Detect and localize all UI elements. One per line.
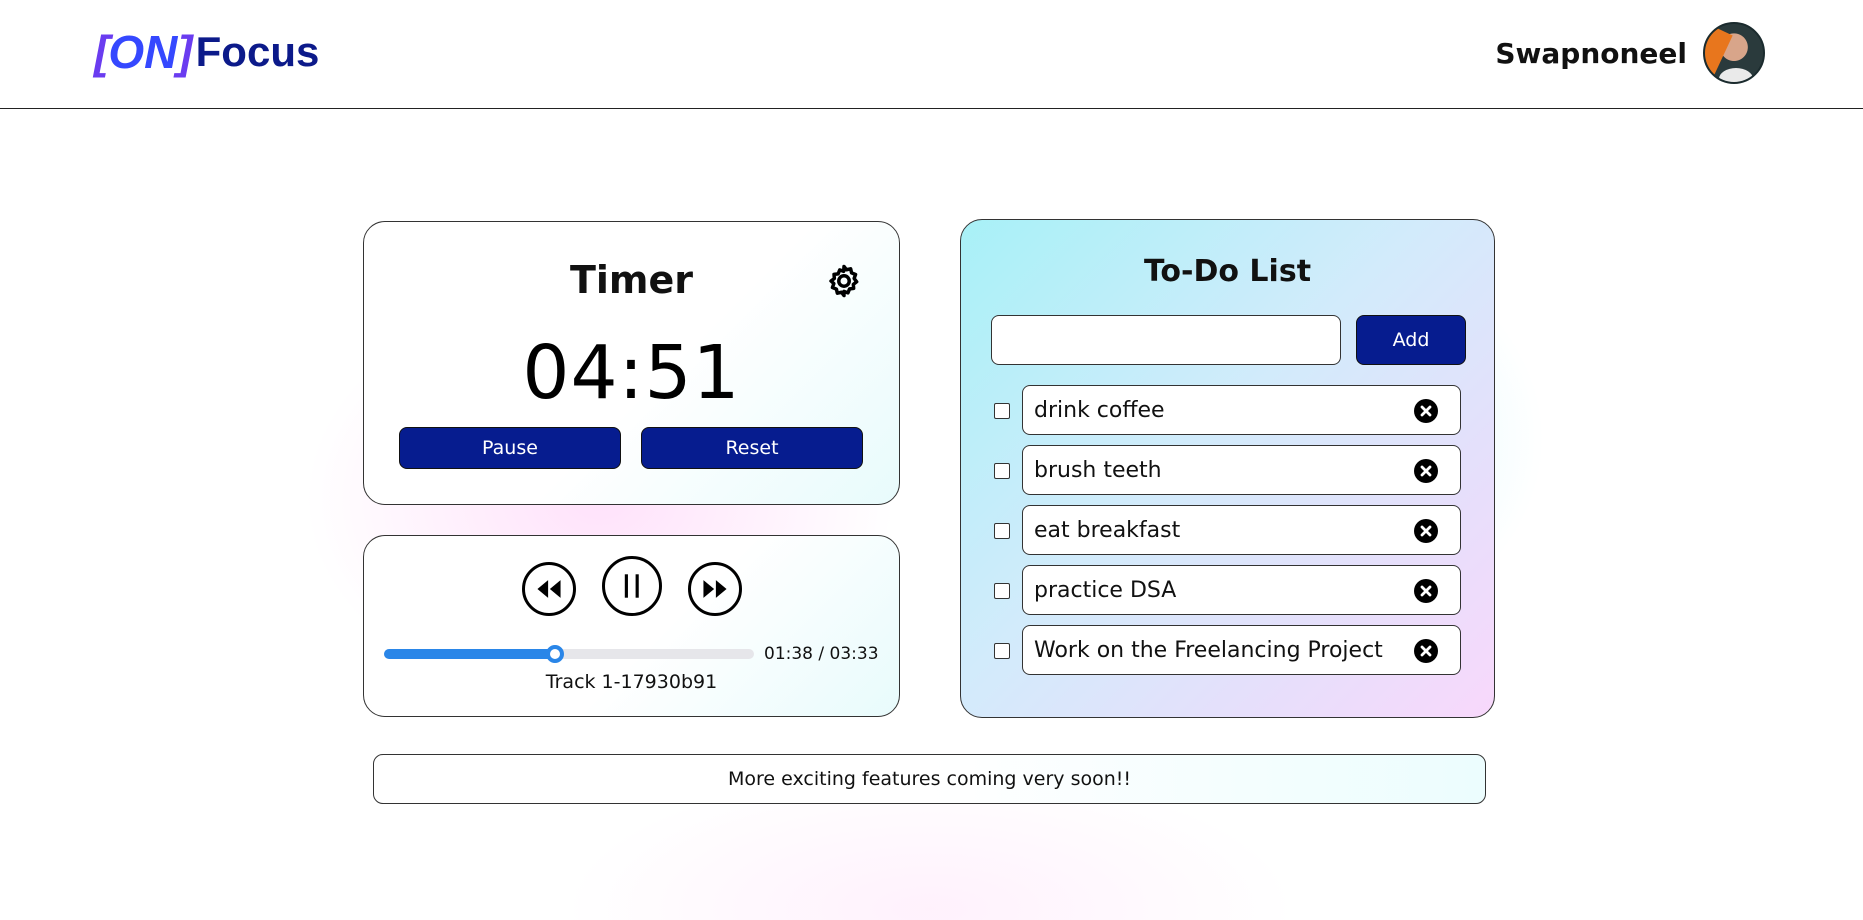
- logo-on-text: ON: [108, 26, 178, 78]
- add-button[interactable]: Add: [1356, 315, 1466, 365]
- timer-card: Timer 04:51 Pause Reset: [363, 221, 900, 505]
- todo-checkbox[interactable]: [994, 643, 1010, 659]
- user-avatar-icon[interactable]: [1703, 22, 1765, 84]
- user-name: Swapnoneel: [1495, 36, 1687, 70]
- progress-handle[interactable]: [546, 645, 565, 663]
- app-logo[interactable]: [ ON ] Focus: [94, 24, 319, 80]
- todo-item: Work on the Freelancing Project: [994, 625, 1464, 675]
- progress-bar[interactable]: [384, 645, 754, 663]
- todo-item-box: brush teeth: [1022, 445, 1461, 495]
- user-profile[interactable]: Swapnoneel: [1495, 22, 1765, 84]
- todo-title: To-Do List: [1143, 254, 1312, 289]
- todo-item-text: drink coffee: [1034, 398, 1165, 423]
- todo-input[interactable]: [991, 315, 1341, 365]
- todo-checkbox[interactable]: [994, 523, 1010, 539]
- logo-bracket-open: [: [94, 26, 109, 78]
- todo-checkbox[interactable]: [994, 583, 1010, 599]
- todo-item-box: Work on the Freelancing Project: [1022, 625, 1461, 675]
- timer-display: 04:51: [522, 330, 741, 416]
- close-icon[interactable]: [1414, 579, 1438, 603]
- fast-forward-icon[interactable]: [688, 562, 742, 616]
- todo-checkbox[interactable]: [994, 403, 1010, 419]
- todo-card: To-Do List Add drink coffee brush teeth ea…: [960, 219, 1495, 718]
- logo-bracket-close: ]: [177, 26, 192, 78]
- todo-list: drink coffee brush teeth eat breakfast prac…: [994, 385, 1464, 685]
- close-icon[interactable]: [1414, 519, 1438, 543]
- todo-item-text: practice DSA: [1034, 578, 1177, 603]
- playback-time: 01:38 / 03:33: [764, 644, 879, 664]
- music-player-card: 01:38 / 03:33 Track 1-17930b91: [363, 535, 900, 717]
- top-bar: [ ON ] Focus Swapnoneel: [0, 0, 1863, 109]
- reset-button[interactable]: Reset: [641, 427, 863, 469]
- close-icon[interactable]: [1414, 459, 1438, 483]
- todo-item-text: brush teeth: [1034, 458, 1162, 483]
- progress-fill: [384, 649, 556, 659]
- todo-checkbox[interactable]: [994, 463, 1010, 479]
- todo-item-box: practice DSA: [1022, 565, 1461, 615]
- rewind-icon[interactable]: [522, 562, 576, 616]
- pause-button[interactable]: Pause: [399, 427, 621, 469]
- close-icon[interactable]: [1414, 639, 1438, 663]
- todo-item-text: Work on the Freelancing Project: [1034, 638, 1383, 663]
- coming-soon-banner: More exciting features coming very soon!…: [373, 754, 1486, 804]
- todo-item: eat breakfast: [994, 505, 1464, 555]
- todo-item: drink coffee: [994, 385, 1464, 435]
- close-icon[interactable]: [1414, 399, 1438, 423]
- pause-icon[interactable]: [602, 556, 662, 616]
- logo-focus-text: Focus: [195, 28, 320, 75]
- timer-title: Timer: [569, 258, 694, 302]
- todo-item: brush teeth: [994, 445, 1464, 495]
- todo-item-text: eat breakfast: [1034, 518, 1181, 543]
- todo-item-box: drink coffee: [1022, 385, 1461, 435]
- todo-item-box: eat breakfast: [1022, 505, 1461, 555]
- gear-icon[interactable]: [825, 262, 863, 300]
- track-name: Track 1-17930b91: [545, 671, 718, 693]
- todo-item: practice DSA: [994, 565, 1464, 615]
